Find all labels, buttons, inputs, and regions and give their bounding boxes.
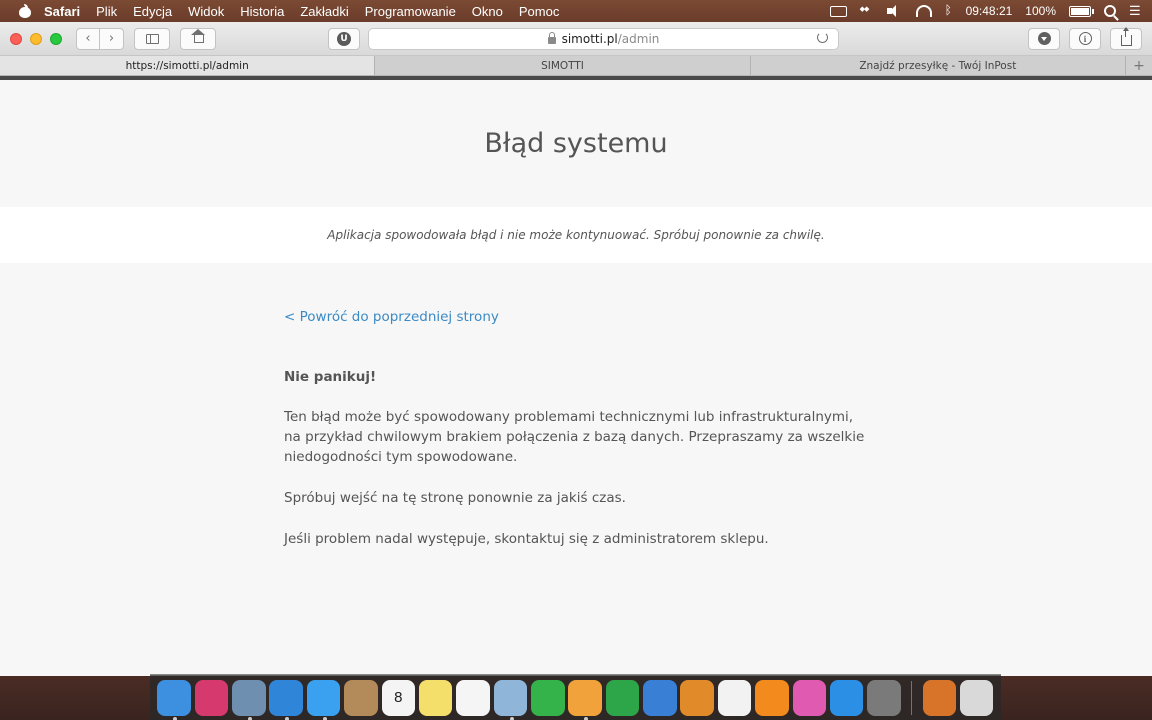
status-area: 09:48:21 100% <box>829 3 1144 19</box>
dropbox-icon[interactable] <box>860 5 874 17</box>
dock-separator <box>911 680 913 715</box>
battery-percent: 100% <box>1025 4 1056 18</box>
wifi-icon[interactable] <box>915 5 932 17</box>
iphoto-icon[interactable] <box>680 679 714 716</box>
numbers-icon[interactable] <box>605 679 640 716</box>
info-icon: i <box>1078 32 1092 45</box>
screen-icon[interactable] <box>829 5 847 17</box>
system-preferences-icon[interactable] <box>867 679 901 716</box>
share-button[interactable] <box>1110 27 1142 50</box>
back-button[interactable]: ‹ <box>76 27 100 50</box>
forward-button[interactable]: › <box>100 27 124 50</box>
menu-view[interactable]: Widok <box>188 4 224 19</box>
apple-menu-icon[interactable] <box>18 4 32 18</box>
tab-bar: https://simotti.pl/admin SIMOTTI Znajdź … <box>0 56 1152 76</box>
notification-center-icon[interactable] <box>1129 3 1144 19</box>
error-subtitle: Aplikacja spowodowała błąd i nie może ko… <box>0 207 1152 263</box>
clock[interactable]: 09:48:21 <box>966 4 1013 18</box>
spotlight-search-icon[interactable] <box>1104 5 1116 17</box>
menu-window[interactable]: Okno <box>472 4 503 19</box>
error-header: Błąd systemu <box>0 80 1152 207</box>
running-indicator <box>248 716 253 720</box>
toolbar-right-buttons: i <box>1028 27 1142 50</box>
address-bar[interactable]: simotti.pl/admin <box>368 27 839 50</box>
tab-simotti[interactable]: SIMOTTI <box>375 56 751 75</box>
home-icon <box>191 28 205 44</box>
extension-button[interactable]: U <box>328 27 360 50</box>
facetime-icon[interactable] <box>530 679 565 716</box>
home-button[interactable] <box>180 27 216 50</box>
minimize-window-button[interactable] <box>30 32 42 45</box>
menu-help[interactable]: Pomoc <box>519 4 559 19</box>
running-indicator <box>322 716 327 720</box>
new-tab-button[interactable]: + <box>1126 56 1152 75</box>
safari-icon[interactable] <box>269 679 304 720</box>
pages-icon[interactable] <box>568 679 602 720</box>
error-paragraph: Ten błąd może być spowodowany problemami… <box>284 409 865 465</box>
url-domain: simotti.pl <box>561 31 618 46</box>
download-icon <box>1037 32 1051 45</box>
reminders-icon[interactable] <box>456 679 490 716</box>
page-content: Błąd systemu Aplikacja spowodowała błąd … <box>0 80 1152 675</box>
tab-inpost[interactable]: Znajdź przesyłkę - Twój InPost <box>751 56 1126 75</box>
photo-preview-icon[interactable] <box>232 679 266 720</box>
fullscreen-window-button[interactable] <box>50 32 62 45</box>
navigation-buttons: ‹ › <box>76 27 124 50</box>
downloads-stack-icon[interactable] <box>922 679 957 716</box>
share-icon <box>1120 27 1132 46</box>
close-window-button[interactable] <box>10 32 22 45</box>
sidebar-icon <box>145 33 159 44</box>
page-title: Błąd systemu <box>484 128 668 159</box>
menu-edit[interactable]: Edycja <box>133 4 172 19</box>
photos-icon[interactable] <box>717 679 752 716</box>
error-heading: Nie panikuj! <box>284 369 377 385</box>
launchpad-icon[interactable] <box>194 679 229 716</box>
error-paragraph: Jeśli problem nadal występuje, skontaktu… <box>284 531 769 547</box>
notes-icon[interactable] <box>418 679 453 716</box>
url-path: /admin <box>617 31 660 46</box>
trash-icon[interactable] <box>959 679 994 716</box>
downloads-button[interactable] <box>1028 27 1060 50</box>
menu-app-name[interactable]: Safari <box>44 4 80 19</box>
running-indicator <box>584 716 589 720</box>
error-paragraph: Spróbuj wejść na tę stronę ponownie za j… <box>284 490 626 506</box>
running-indicator <box>285 716 290 720</box>
lock-icon <box>547 32 556 44</box>
menu-develop[interactable]: Programowanie <box>365 4 456 19</box>
safari-window: ‹ › U simotti.pl/admin i https://simotti… <box>0 22 1152 676</box>
calendar-icon[interactable]: 8 <box>381 679 416 716</box>
menu-history[interactable]: Historia <box>240 4 284 19</box>
itunes-icon[interactable] <box>792 679 827 716</box>
tab-simotti-admin[interactable]: https://simotti.pl/admin <box>0 56 376 75</box>
volume-icon[interactable] <box>886 5 903 17</box>
contacts-icon[interactable] <box>344 679 378 716</box>
error-body: < Powróć do poprzedniej strony Nie panik… <box>284 263 868 549</box>
window-controls <box>10 32 62 45</box>
messages-icon[interactable] <box>306 679 341 720</box>
dock: 8 <box>150 674 1001 720</box>
battery-icon[interactable] <box>1069 5 1094 17</box>
back-link[interactable]: < Powróć do poprzedniej strony <box>284 307 868 327</box>
menu-bar: Safari Plik Edycja Widok Historia Zakład… <box>0 0 1152 22</box>
menu-file[interactable]: Plik <box>96 4 117 19</box>
bluetooth-icon[interactable] <box>945 3 953 17</box>
ibooks-icon[interactable] <box>755 679 789 716</box>
finder-icon[interactable] <box>157 679 191 720</box>
running-indicator <box>509 716 514 720</box>
menu-bookmarks[interactable]: Zakładki <box>300 4 348 19</box>
keynote-icon[interactable] <box>643 679 677 716</box>
sidebar-toggle-button[interactable] <box>134 27 170 50</box>
running-indicator <box>173 716 178 720</box>
extension-icon: U <box>337 31 351 46</box>
app-store-icon[interactable] <box>829 679 864 716</box>
preview-icon[interactable] <box>493 679 528 720</box>
reload-icon[interactable] <box>817 31 828 43</box>
browser-toolbar: ‹ › U simotti.pl/admin i <box>0 22 1152 56</box>
info-button[interactable]: i <box>1069 27 1101 50</box>
